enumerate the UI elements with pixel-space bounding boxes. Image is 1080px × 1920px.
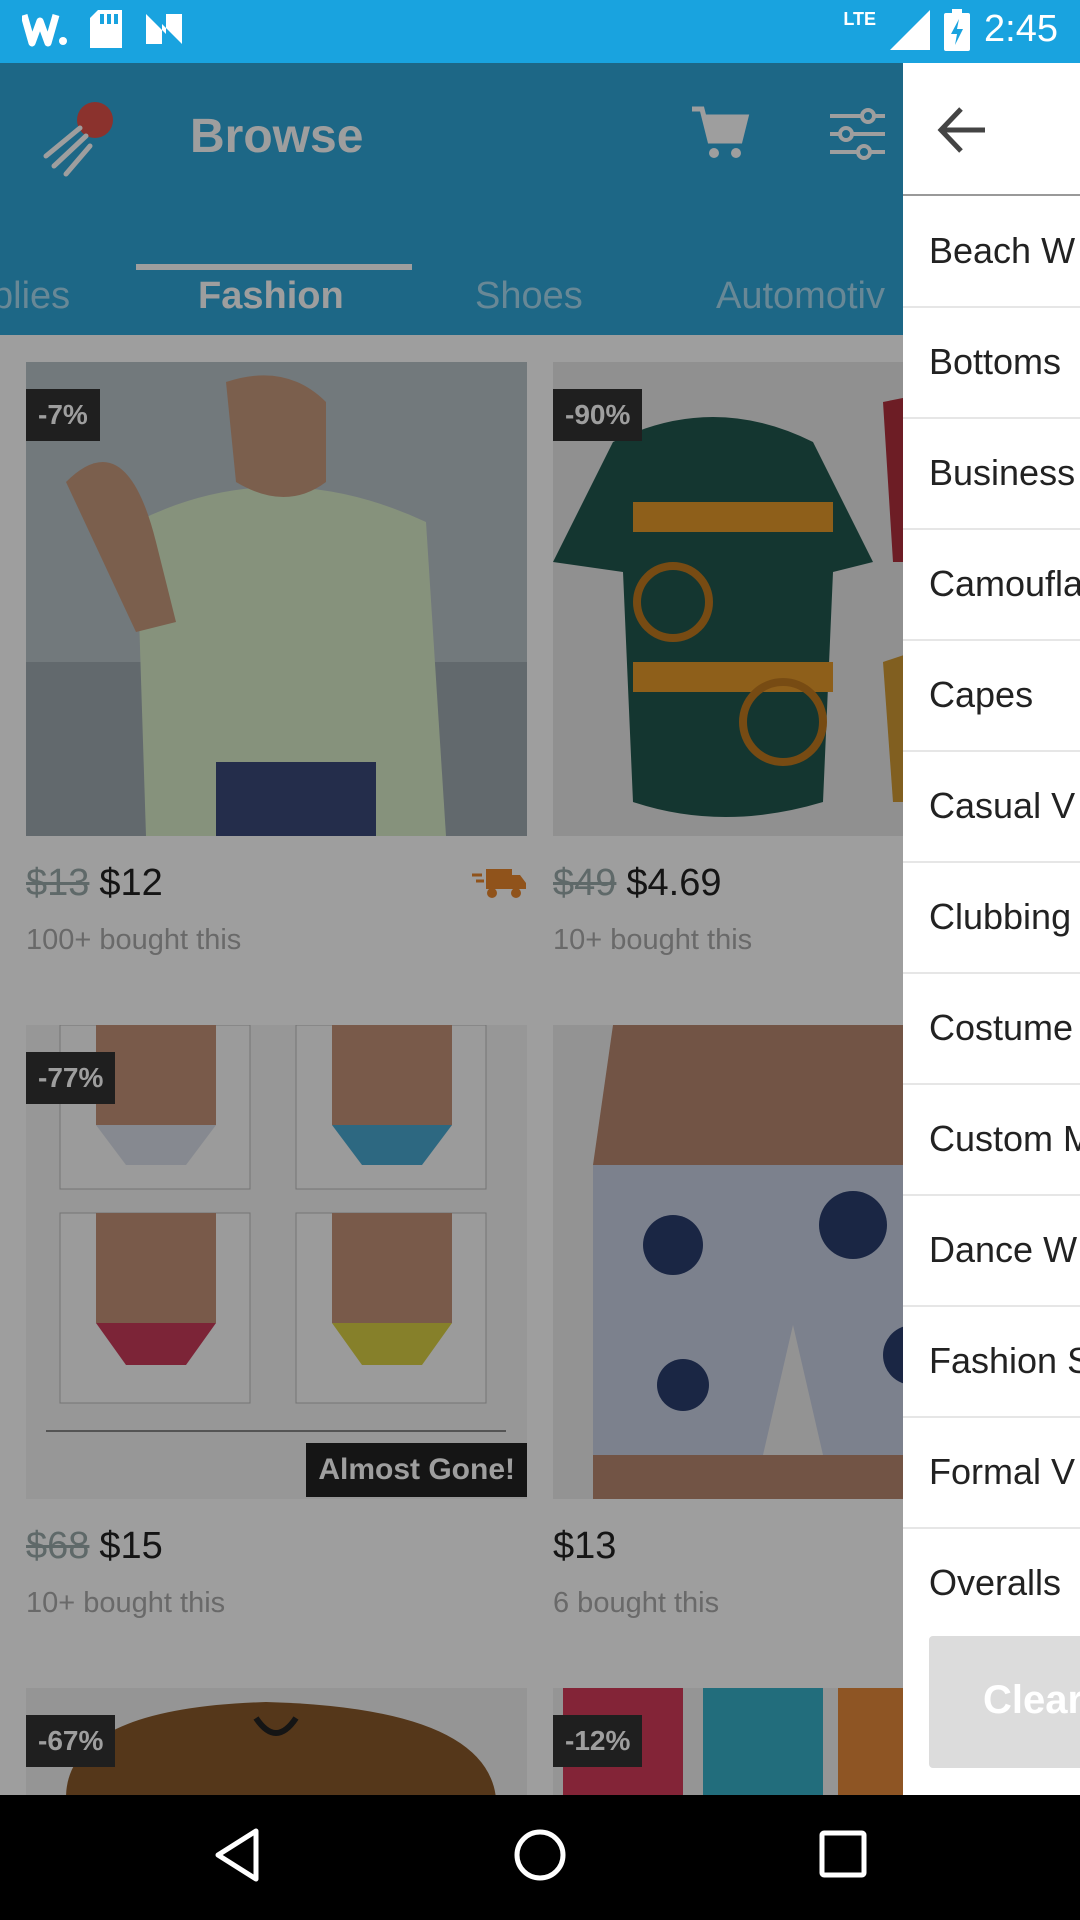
n-app-icon (146, 14, 182, 44)
drawer-item-fashion-sets[interactable]: Fashion S (903, 1306, 1080, 1418)
battery-icon (944, 8, 971, 51)
home-nav-icon[interactable] (513, 1827, 567, 1883)
clock: 2:45 (984, 8, 1058, 50)
drawer-item-beach-wear[interactable]: Beach W (903, 196, 1080, 308)
drawer-item-formal-wear[interactable]: Formal V (903, 1417, 1080, 1529)
drawer-item-clubbing[interactable]: Clubbing (903, 862, 1080, 974)
network-type: LTE (843, 9, 877, 29)
clear-button[interactable]: Clear (929, 1636, 1080, 1768)
sd-card-icon (90, 10, 122, 48)
drawer-item-costumes[interactable]: Costume (903, 973, 1080, 1085)
category-drawer: Beach W Bottoms Business Camoufla Capes … (903, 63, 1080, 1795)
wish-app-icon (22, 14, 67, 47)
drawer-item-bottoms[interactable]: Bottoms (903, 307, 1080, 419)
drawer-item-camouflage[interactable]: Camoufla (903, 529, 1080, 641)
drawer-item-capes[interactable]: Capes (903, 640, 1080, 752)
drawer-item-overalls[interactable]: Overalls (903, 1528, 1080, 1638)
drawer-item-casual-wear[interactable]: Casual V (903, 751, 1080, 863)
drawer-item-business[interactable]: Business (903, 418, 1080, 530)
drawer-item-custom-made[interactable]: Custom M (903, 1084, 1080, 1196)
back-nav-icon[interactable] (212, 1827, 262, 1883)
system-nav-bar (0, 1795, 1080, 1920)
drawer-item-dance-wear[interactable]: Dance W (903, 1195, 1080, 1307)
back-arrow-icon[interactable] (937, 105, 987, 155)
recents-nav-icon[interactable] (818, 1827, 868, 1883)
status-bar: LTE 2:45 (0, 0, 1080, 63)
drawer-header (903, 63, 1080, 196)
signal-icon (890, 9, 931, 50)
